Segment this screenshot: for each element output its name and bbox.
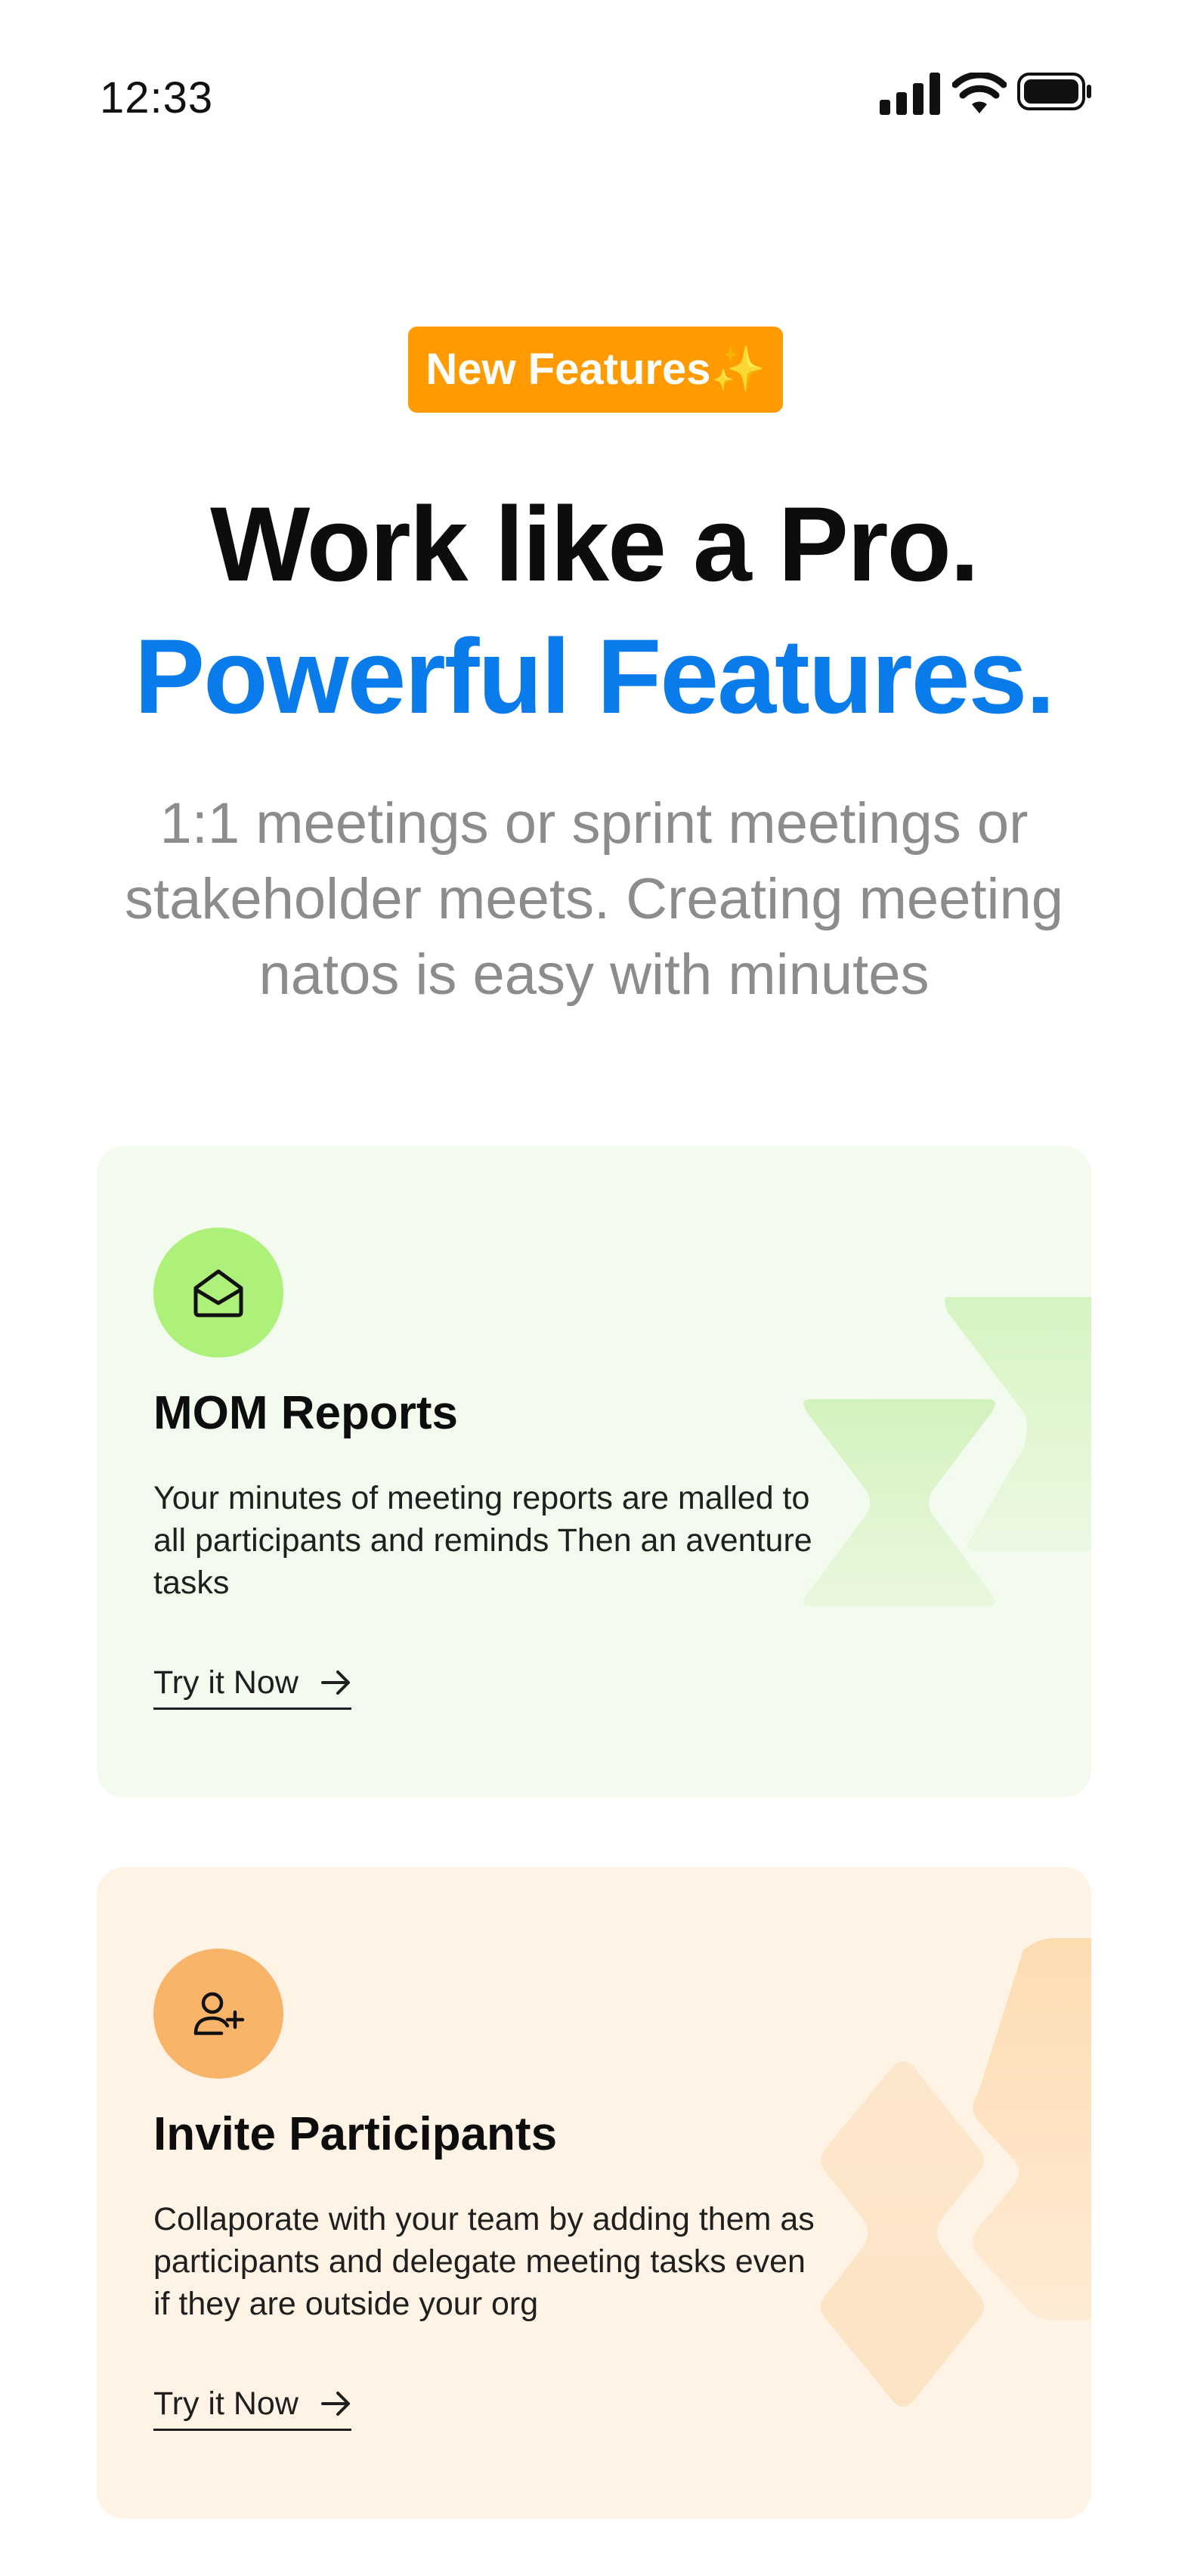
new-features-badge: New Features✨ (408, 327, 783, 413)
wifi-icon (952, 73, 1007, 113)
invite-participants-description: Collaporate with your team by adding the… (153, 2201, 815, 2322)
mom-reports-try-now-link[interactable]: Try it Now (153, 1664, 351, 1710)
invite-participants-title: Invite Participants (153, 2108, 558, 2160)
status-time: 12:33 (100, 73, 214, 122)
status-bar: 12:33 (0, 0, 1188, 197)
status-icons (880, 73, 1091, 118)
arrow-right-icon (320, 1670, 350, 1695)
invite-participants-try-now-link[interactable]: Try it Now (153, 2386, 351, 2431)
invite-decorative-shape (813, 1938, 1091, 2414)
mom-decorative-shape (796, 1297, 1091, 1614)
arrow-right-icon (320, 2391, 350, 2416)
hero-subtitle: Powerful Features. (134, 617, 1056, 735)
mom-reports-try-now-label: Try it Now (153, 1664, 299, 1701)
invite-participants-icon-circle (153, 1949, 283, 2079)
battery-icon (1017, 73, 1091, 110)
mom-reports-icon-circle (153, 1228, 283, 1358)
mom-reports-title: MOM Reports (153, 1387, 458, 1439)
sparkle-icon: ✨ (710, 345, 766, 394)
signal-icon (880, 73, 940, 115)
user-plus-icon (193, 1992, 245, 2036)
mom-reports-description: Your minutes of meeting reports are mall… (153, 1480, 812, 1601)
hero-description: 1:1 meetings or sprint meetings or stake… (125, 791, 1063, 1007)
invite-participants-try-now-label: Try it Now (153, 2386, 299, 2422)
mom-reports-card: MOM Reports Your minutes of meeting repo… (97, 1146, 1091, 1797)
hero-title: Work like a Pro. (210, 485, 979, 603)
new-features-badge-label: New Features (425, 345, 711, 394)
envelope-open-icon (193, 1269, 243, 1317)
invite-participants-card: Invite Participants Collaporate with you… (97, 1867, 1091, 2519)
